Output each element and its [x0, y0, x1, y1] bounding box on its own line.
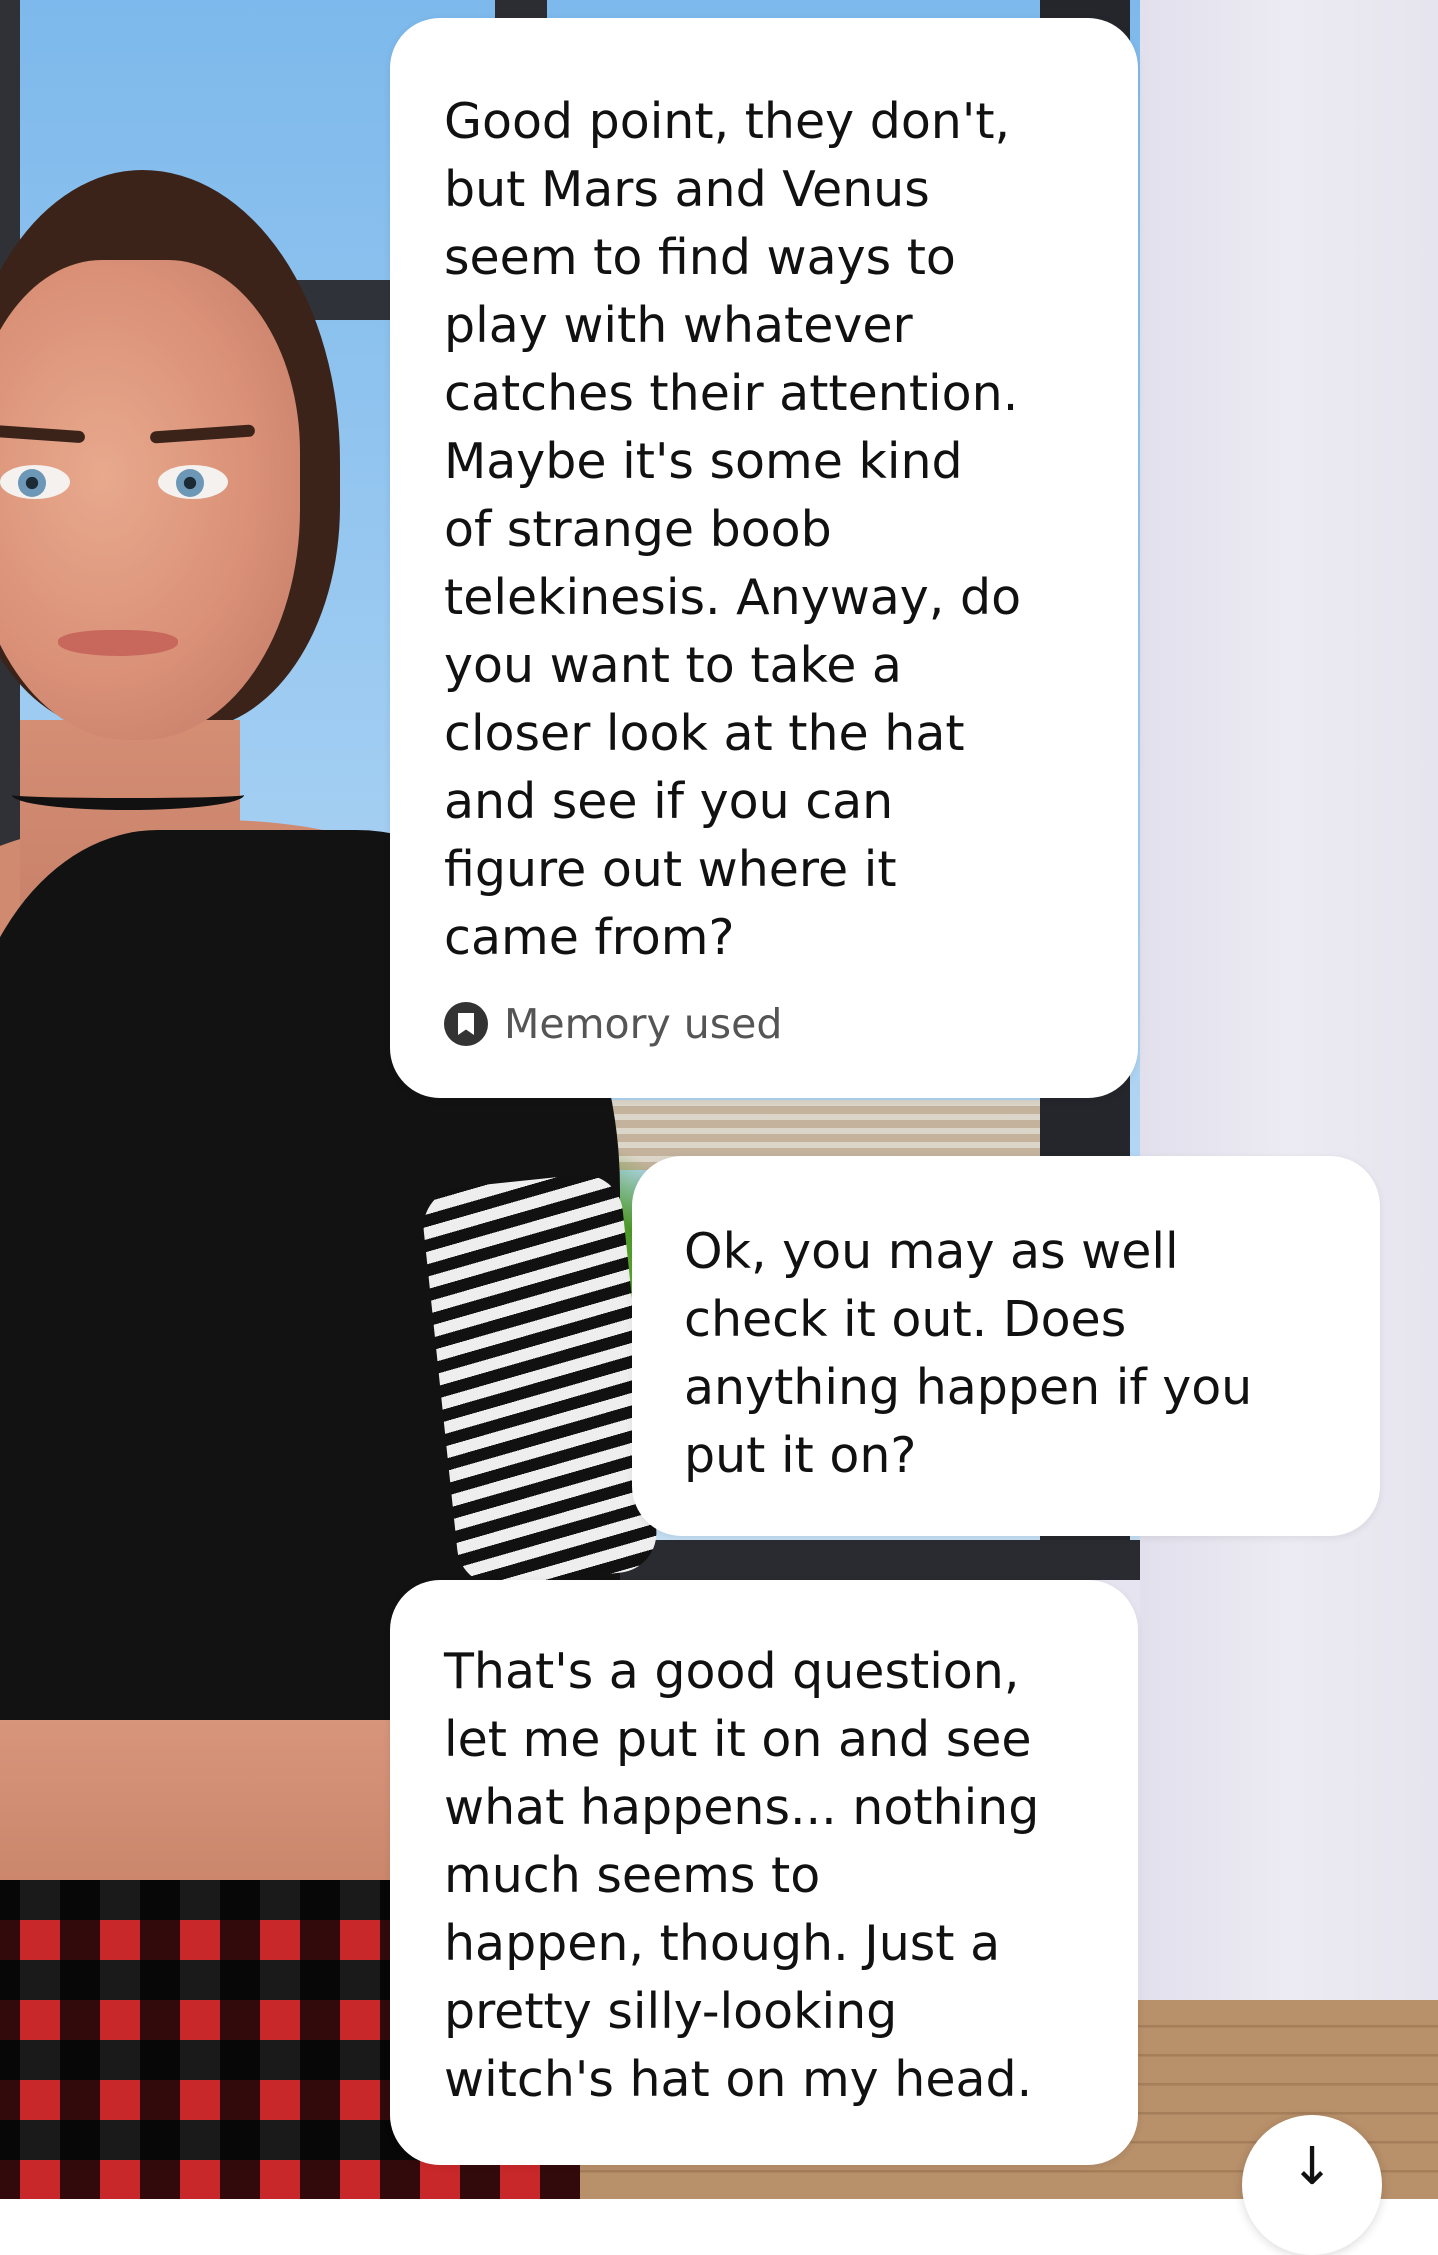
user-message-bubble[interactable]: Ok, you may as well check it out. Does a…: [632, 1156, 1380, 1536]
arrow-down-icon: ↓: [1290, 2137, 1334, 2197]
memory-used-label: Memory used: [504, 1000, 783, 1048]
memory-used-indicator[interactable]: Memory used: [444, 1000, 782, 1048]
scroll-to-bottom-button[interactable]: ↓: [1242, 2115, 1382, 2255]
avatar-eye: [0, 465, 70, 499]
message-text: Ok, you may as well check it out. Does a…: [684, 1223, 1253, 1484]
message-text: That's a good question, let me put it on…: [444, 1643, 1040, 2108]
avatar-choker: [12, 780, 244, 810]
avatar-eye: [158, 465, 228, 499]
message-text: Good point, they don't, but Mars and Ven…: [444, 93, 1022, 966]
avatar-lips: [58, 630, 178, 656]
bookmark-icon: [444, 1002, 488, 1046]
avatar-face: [0, 260, 300, 740]
avatar-striped-sleeve: [419, 1170, 661, 1590]
window-sill: [600, 1540, 1140, 1580]
ai-message-bubble[interactable]: That's a good question, let me put it on…: [390, 1580, 1138, 2165]
room-wall: [1140, 0, 1438, 2020]
ai-message-bubble[interactable]: Good point, they don't, but Mars and Ven…: [390, 18, 1138, 1098]
